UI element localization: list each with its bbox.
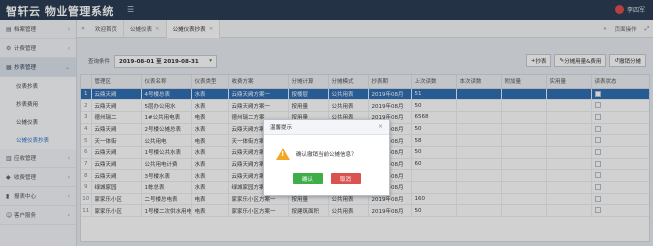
cancel-button[interactable]: 取消 [330, 173, 361, 184]
confirm-dialog: 温馨提示 × ! 确认撤销当前公摊信息？ 确认 取消 [263, 119, 390, 196]
confirm-button[interactable]: 确认 [292, 173, 323, 184]
warning-icon: ! [276, 148, 290, 160]
dialog-header: 温馨提示 × [264, 120, 389, 135]
dialog-body: ! 确认撤销当前公摊信息？ [264, 135, 389, 173]
dialog-message: 确认撤销当前公摊信息？ [296, 152, 357, 158]
dialog-footer: 确认 取消 [264, 173, 389, 184]
close-icon[interactable]: × [378, 123, 383, 130]
dialog-title: 温馨提示 [270, 125, 293, 131]
